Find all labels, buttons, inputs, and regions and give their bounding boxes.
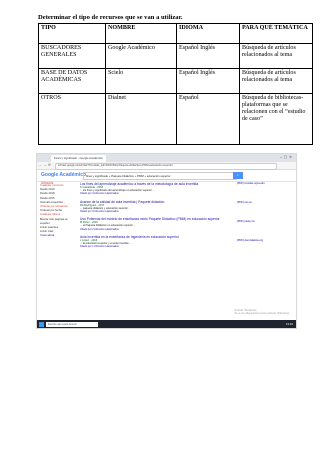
table-row: OTROS Dialnet Español Búsqueda de biblio…: [38, 93, 313, 145]
pdf-links-column: [PDF] revistas.ugca.edu [PDF] usc.es [PD…: [237, 182, 292, 258]
scholar-logo[interactable]: Google Académico: [41, 172, 86, 178]
cell-nombre: Dialnet: [105, 93, 177, 145]
result-links[interactable]: Citado por 2 Artículos relacionados: [80, 228, 230, 231]
result-links[interactable]: Citado por 4 Artículos relacionados: [80, 192, 230, 195]
taskbar: Escribe aquí para buscar 13:16: [37, 320, 296, 328]
cell-tipo: BUSCADORES GENERALES: [38, 43, 106, 69]
result-links[interactable]: Citado por 3 Artículos relacionados: [80, 210, 230, 213]
activation-watermark: Activar Windows Ve a Configuración para …: [234, 308, 290, 316]
create-alert-link[interactable]: Crear alerta: [40, 234, 76, 238]
list-item: Uso Potencial del modelo de enseñanza mi…: [80, 217, 230, 231]
header-para-que: PARA QUÉ TEMÁTICA: [239, 23, 313, 44]
cell-nombre: Google Académico: [105, 43, 177, 69]
cell-tematica: Búsqueda de bibliotecas-plataformas que …: [239, 93, 313, 145]
list-item: Avance de la calidad de aula invertida |…: [80, 200, 230, 214]
pdf-link[interactable]: [PDF] ciencialatina.org: [237, 239, 292, 258]
pdf-link[interactable]: [PDF] uaslp.mx: [237, 220, 292, 239]
table-row: BUSCADORES GENERALES Google Académico Es…: [38, 43, 313, 69]
pdf-link[interactable]: [PDF] revistas.ugca.edu: [237, 182, 292, 201]
taskbar-clock: 13:16: [286, 321, 293, 326]
table-row: BASE DE DATOS ACADÉMICAS Scielo Español …: [38, 68, 313, 94]
scholar-header: Google Académico fines y significado + P…: [37, 170, 296, 182]
cell-nombre: Scielo: [105, 68, 177, 94]
filter-item[interactable]: Buscar sólo páginas en español: [40, 218, 76, 226]
list-item: Aula Invertida en la enseñanza de Ingeni…: [80, 235, 230, 249]
cell-tematica: Búsqueda de artículos relacionados al te…: [239, 68, 313, 94]
nav-arrows-icon[interactable]: ←→⟳: [39, 163, 52, 167]
window-controls[interactable]: –▢✕: [280, 155, 294, 159]
header-tipo: TIPO: [38, 23, 106, 44]
cell-tipo: OTROS: [38, 93, 106, 145]
cell-tipo: BASE DE DATOS ACADÉMICAS: [38, 68, 106, 94]
cell-tematica: Búsqueda de artículos relacionados al te…: [239, 43, 313, 69]
cell-idioma: Español Inglés: [176, 43, 240, 69]
watermark-line: Ve a Configuración para activar Windows.: [234, 311, 290, 316]
search-icon: ⌕: [237, 173, 239, 177]
search-button[interactable]: ⌕: [233, 172, 243, 179]
header-nombre: NOMBRE: [105, 23, 177, 44]
table-header-row: TIPO NOMBRE IDIOMA PARA QUÉ TEMÁTICA: [38, 23, 313, 44]
pdf-link[interactable]: [PDF] usc.es: [237, 201, 292, 220]
browser-tab[interactable]: Fines y significado - Google Académico: [51, 155, 106, 162]
search-input[interactable]: fines y significado + Paquete Didáctico …: [83, 172, 237, 180]
list-item: Los fines del aprendizaje académico a tr…: [80, 182, 230, 196]
cell-idioma: Español: [176, 93, 240, 145]
google-scholar-screenshot: Fines y significado - Google Académico –…: [36, 153, 297, 329]
section-heading: Determinar el tipo de recursos que se va…: [38, 14, 183, 21]
windows-start-icon[interactable]: [39, 321, 44, 327]
browser-tab-bar: Fines y significado - Google Académico –…: [37, 154, 296, 162]
taskbar-apps: [101, 322, 129, 329]
filters-sidebar: Cualquier momento Desde 2019 Desde 2018 …: [40, 184, 76, 239]
resources-table: TIPO NOMBRE IDIOMA PARA QUÉ TEMÁTICA BUS…: [38, 23, 313, 145]
address-bar: ←→⟳ scholar.google.es/scholar?hl=es&as_s…: [37, 162, 296, 170]
results-list: Los fines del aprendizaje académico a tr…: [80, 182, 230, 252]
result-links[interactable]: Citado por 1 Artículos relacionados: [80, 245, 230, 248]
cell-idioma: Español Inglés: [176, 68, 240, 94]
result-title-link[interactable]: Uso Potencial del modelo de enseñanza mi…: [80, 217, 230, 221]
taskbar-search-input[interactable]: Escribe aquí para buscar: [46, 321, 98, 327]
header-idioma: IDIOMA: [176, 23, 240, 44]
url-field[interactable]: scholar.google.es/scholar?hl=es&as_sdt=0…: [55, 163, 277, 170]
